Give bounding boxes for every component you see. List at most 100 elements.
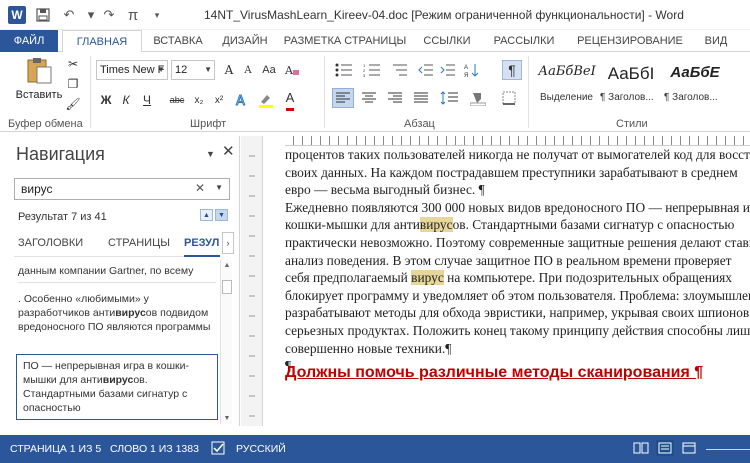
search-result[interactable]: данным компании Gartner, по всему: [18, 264, 216, 278]
tab-home[interactable]: ГЛАВНАЯ: [62, 30, 142, 53]
text-effects-icon[interactable]: A: [232, 90, 252, 110]
paste-button[interactable]: Вставить: [14, 56, 64, 102]
search-input[interactable]: вирус: [21, 182, 52, 196]
increase-indent-icon[interactable]: [438, 60, 458, 80]
language-indicator[interactable]: РУССКИЙ: [236, 443, 286, 455]
scroll-up-icon[interactable]: ▲: [221, 262, 233, 269]
tab-scroll-right-icon[interactable]: ›: [222, 232, 234, 254]
style-emphasis[interactable]: АаБбВеI Выделение: [536, 58, 598, 108]
tab-pages[interactable]: СТРАНИЦЫ: [108, 233, 170, 253]
document-line[interactable]: разрабатывают методы для обхода эвристик…: [285, 304, 750, 322]
document-line[interactable]: процентов таких пользователей никогда не…: [285, 146, 750, 164]
styles-group-label: Стили: [616, 118, 648, 130]
status-bar: СТРАНИЦА 1 ИЗ 5 СЛОВО 1 ИЗ 1383 РУССКИЙ: [0, 435, 750, 463]
document-line[interactable]: кошки-мышки для антивирусов. Стандартным…: [285, 216, 750, 234]
font-color-button[interactable]: A: [280, 90, 300, 111]
highlight-icon[interactable]: [256, 90, 276, 110]
scroll-down-icon[interactable]: ▼: [221, 415, 233, 422]
format-painter-icon[interactable]: 🖌: [64, 94, 82, 114]
tab-layout[interactable]: РАЗМЕТКА СТРАНИЦЫ: [280, 30, 410, 52]
document-line[interactable]: практически невозможно. Поэтому современ…: [285, 234, 750, 252]
document-heading[interactable]: Должны помочь различные методы сканирова…: [285, 364, 703, 382]
pi-icon[interactable]: π: [122, 5, 144, 25]
copy-icon[interactable]: ❐: [64, 74, 82, 94]
numbering-icon[interactable]: 123: [360, 60, 384, 80]
document-line[interactable]: серьезных продуктах. Положить конец тако…: [285, 322, 750, 340]
tab-headings[interactable]: ЗАГОЛОВКИ: [18, 233, 83, 253]
tab-results[interactable]: РЕЗУЛ: [184, 233, 219, 253]
align-center-icon[interactable]: [358, 88, 380, 108]
redo-icon[interactable]: ↷: [98, 5, 120, 25]
results-scrollbar[interactable]: ▲ ▼: [220, 260, 232, 424]
result-divider: [18, 282, 216, 283]
pane-options-icon[interactable]: ▼: [206, 149, 215, 159]
chevron-down-icon[interactable]: ▼: [215, 183, 223, 192]
close-icon[interactable]: ✕: [222, 142, 235, 160]
justify-icon[interactable]: [410, 88, 432, 108]
chevron-down-icon: ▼: [157, 65, 165, 74]
web-layout-icon[interactable]: [680, 440, 698, 456]
previous-result-button[interactable]: ▲: [200, 209, 213, 221]
subscript-button[interactable]: x₂: [190, 90, 208, 110]
tab-view[interactable]: ВИД: [696, 30, 736, 52]
document-line[interactable]: евро — весьма выгодный бизнес. ¶: [285, 181, 750, 199]
undo-icon[interactable]: ↶: [58, 5, 80, 25]
shading-icon[interactable]: [466, 88, 490, 108]
strikethrough-button[interactable]: abc: [166, 90, 188, 110]
search-box[interactable]: вирус ✕ ▼: [14, 178, 230, 200]
tab-review[interactable]: РЕЦЕНЗИРОВАНИЕ: [568, 30, 692, 52]
underline-button[interactable]: Ч: [138, 90, 156, 110]
word-logo-icon[interactable]: W: [8, 6, 26, 24]
clear-search-icon[interactable]: ✕: [195, 181, 205, 195]
word-count[interactable]: СЛОВО 1 ИЗ 1383: [110, 443, 199, 455]
line-spacing-icon[interactable]: [436, 88, 462, 108]
search-result[interactable]: . Особенно «любимыми» у разработчиков ан…: [18, 292, 216, 334]
borders-icon[interactable]: [496, 88, 522, 108]
document-line[interactable]: Ежедневно появляются 300 000 новых видов…: [285, 199, 750, 217]
scroll-thumb[interactable]: [222, 280, 232, 294]
print-layout-icon[interactable]: [656, 440, 674, 456]
zoom-slider[interactable]: [706, 449, 750, 450]
font-name-combo[interactable]: Times New F ▼: [96, 60, 168, 80]
bullets-icon[interactable]: [332, 60, 356, 80]
style-heading-2[interactable]: АаБбЕ ¶ Заголов...: [664, 58, 726, 108]
bold-button[interactable]: Ж: [98, 90, 114, 110]
grow-font-button[interactable]: A: [220, 60, 238, 80]
svg-text:A: A: [236, 94, 245, 108]
tab-design[interactable]: ДИЗАЙН: [214, 30, 276, 52]
sort-icon[interactable]: AЯ: [462, 60, 482, 80]
read-mode-icon[interactable]: [632, 440, 650, 456]
multilevel-list-icon[interactable]: [388, 60, 412, 80]
decrease-indent-icon[interactable]: [416, 60, 436, 80]
save-icon[interactable]: [32, 5, 54, 25]
document-line[interactable]: анализ поведения. В этом случае защитное…: [285, 252, 750, 270]
document-line[interactable]: совершенно новые техники.¶: [285, 340, 750, 358]
search-result-selected[interactable]: ПО — непрерывная игра в кошки-мышки для …: [16, 354, 218, 420]
document-line[interactable]: себя предполагаемый вирус на компьютере.…: [285, 269, 750, 287]
tab-file[interactable]: ФАЙЛ: [0, 30, 58, 52]
font-size-combo[interactable]: 12 ▼: [171, 60, 215, 80]
document-line[interactable]: блокирует программу и уведомляет об этом…: [285, 287, 750, 305]
cut-icon[interactable]: ✂: [64, 54, 82, 74]
shrink-font-button[interactable]: A: [240, 60, 256, 80]
document-text[interactable]: процентов таких пользователей никогда не…: [285, 146, 750, 375]
style-name: ¶ Заголов...: [664, 92, 718, 103]
align-right-icon[interactable]: [384, 88, 406, 108]
align-left-icon[interactable]: [332, 88, 354, 108]
customize-icon[interactable]: ▾: [146, 5, 168, 25]
show-formatting-button[interactable]: ¶: [502, 60, 522, 80]
vertical-ruler: [241, 136, 263, 426]
clear-format-icon[interactable]: A: [282, 60, 302, 80]
page-indicator[interactable]: СТРАНИЦА 1 ИЗ 5: [10, 443, 101, 455]
change-case-button[interactable]: Aa: [258, 60, 280, 80]
italic-button[interactable]: К: [118, 90, 134, 110]
next-result-button[interactable]: ▼: [215, 209, 228, 221]
tab-mailings[interactable]: РАССЫЛКИ: [484, 30, 564, 52]
style-heading-1[interactable]: АаБбІ ¶ Заголов...: [600, 58, 662, 108]
document-line[interactable]: своих данных. На каждом пострадавшем пре…: [285, 164, 750, 182]
tab-references[interactable]: ССЫЛКИ: [414, 30, 480, 52]
tab-insert[interactable]: ВСТАВКА: [145, 30, 211, 52]
proofing-icon[interactable]: [210, 440, 228, 456]
superscript-button[interactable]: x²: [210, 90, 228, 110]
document-area[interactable]: процентов таких пользователей никогда не…: [241, 136, 750, 426]
